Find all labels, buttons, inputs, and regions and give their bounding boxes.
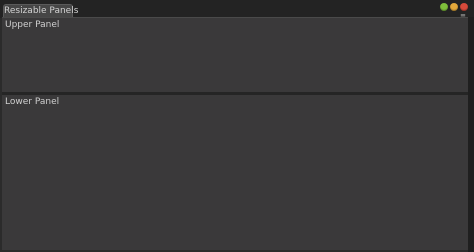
tab-resizable-panels[interactable]: Resizable Panels xyxy=(3,4,78,18)
green-circle-icon[interactable] xyxy=(440,3,448,11)
orange-circle-icon[interactable] xyxy=(450,3,458,11)
upper-panel-label: Upper Panel xyxy=(5,20,60,30)
lower-panel: Lower Panel xyxy=(2,95,468,250)
red-circle-icon[interactable] xyxy=(460,3,468,11)
window-edge xyxy=(468,17,474,252)
upper-panel: Upper Panel xyxy=(2,17,468,92)
window-titlebar: Resizable Panels ≡ xyxy=(0,0,474,20)
resizable-panels-window: Resizable Panels ≡ Upper Panel Lower Pan… xyxy=(0,0,474,252)
lower-panel-label: Lower Panel xyxy=(5,97,60,107)
